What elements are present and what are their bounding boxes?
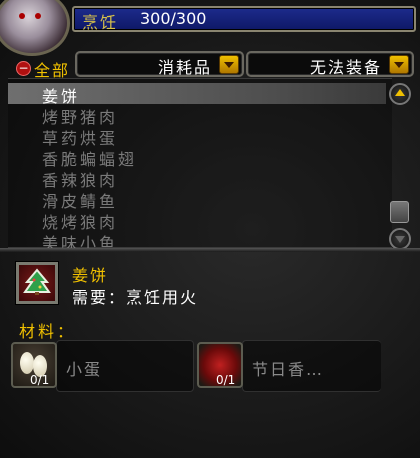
- reagents-heading: 材料：: [19, 322, 77, 341]
- reagent-count: 0/1: [30, 373, 50, 387]
- gingerbread-tree-icon[interactable]: [16, 262, 58, 304]
- tree-icon: [23, 268, 51, 295]
- recipe-item[interactable]: 姜饼: [8, 83, 386, 106]
- tradeskill-window: 烹饪 300/300 − 全部 消耗品 无法装备 姜饼 烤野猪肉 草药烘蛋 香脆…: [0, 0, 420, 458]
- equip-filter-dropdown[interactable]: 无法装备: [246, 51, 414, 77]
- reagent-count: 0/1: [216, 373, 236, 387]
- scroll-up-button[interactable]: [389, 83, 411, 105]
- equip-dropdown-value: 无法装备: [309, 58, 382, 77]
- scrollbar-thumb[interactable]: [390, 201, 409, 223]
- recipe-item[interactable]: 美味小鱼: [8, 230, 386, 253]
- recipe-item[interactable]: 香辣狼肉: [8, 167, 386, 190]
- portrait-eye: [35, 13, 41, 19]
- egg-shape: [20, 352, 34, 374]
- skill-rank-bar: 烹饪 300/300: [72, 6, 416, 32]
- skill-name: 烹饪: [82, 13, 119, 32]
- chevron-down-icon[interactable]: [219, 55, 239, 74]
- reagent-name: 节日香…: [252, 360, 325, 379]
- recipe-item[interactable]: 香脆蝙蝠翅: [8, 146, 386, 169]
- recipe-item[interactable]: 烤野猪肉: [8, 104, 386, 127]
- selected-recipe-name: 姜饼: [72, 266, 109, 285]
- recipe-item[interactable]: 烧烤狼肉: [8, 209, 386, 232]
- recipe-list: 姜饼 烤野猪肉 草药烘蛋 香脆蝙蝠翅 香辣狼肉 滑皮鲭鱼 烧烤狼肉 美味小鱼: [8, 78, 392, 253]
- category-dropdown[interactable]: 消耗品: [75, 51, 244, 77]
- portrait-eye: [19, 13, 25, 19]
- character-portrait: [0, 0, 70, 56]
- recipe-item[interactable]: 滑皮鲭鱼: [8, 188, 386, 211]
- section-divider: [0, 248, 420, 252]
- collapse-all-button[interactable]: −: [16, 61, 31, 76]
- skill-rank-value: 300/300: [140, 9, 207, 28]
- category-dropdown-value: 消耗品: [157, 58, 212, 77]
- reagent-name: 小蛋: [66, 360, 103, 379]
- tool-requirement: 需要：烹饪用火: [72, 288, 199, 307]
- recipe-item[interactable]: 草药烘蛋: [8, 125, 386, 148]
- chevron-down-icon[interactable]: [389, 55, 409, 74]
- scroll-down-button[interactable]: [389, 228, 411, 250]
